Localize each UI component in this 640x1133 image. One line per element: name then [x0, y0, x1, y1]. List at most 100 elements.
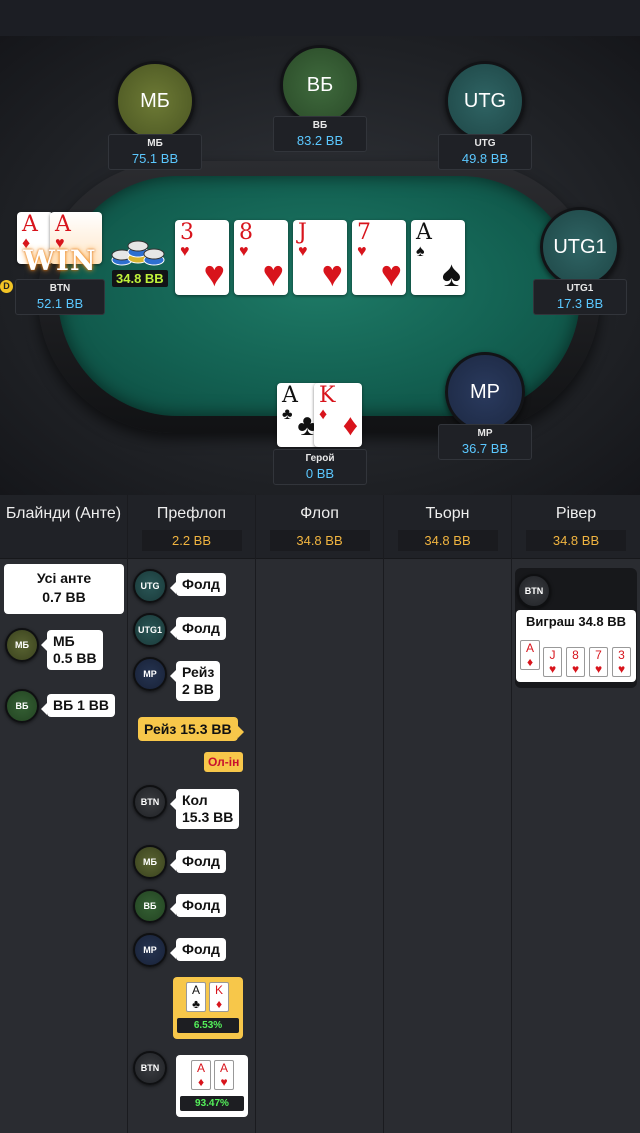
- win-label: WIN: [23, 244, 97, 277]
- action-text: ВБ 1 BB: [53, 697, 109, 713]
- column-header: Тьорн 34.8 BB: [384, 495, 511, 559]
- action-text: МБ: [53, 633, 75, 649]
- ante-amount: 0.7 BB: [42, 589, 86, 605]
- player-pill-mp: MP: [133, 933, 167, 967]
- player-pill-btn: BTN: [133, 1051, 167, 1085]
- mini-card: A ♥: [214, 1060, 234, 1090]
- player-pill-mb: МБ: [133, 845, 167, 879]
- mini-card: 7 ♥: [589, 647, 608, 677]
- action-text: Фолд: [182, 897, 220, 913]
- seat-avatar-utg1[interactable]: UTG1: [540, 207, 620, 287]
- mini-card: J ♥: [543, 647, 562, 677]
- seat-avatar-vb[interactable]: ВБ: [280, 45, 360, 125]
- action-bubble: Фолд: [170, 894, 226, 917]
- card-rank: 8: [239, 220, 253, 245]
- column-title: Блайнди (Анте): [5, 505, 122, 522]
- column-title: Префлоп: [156, 505, 227, 522]
- action-bubble: Фолд: [170, 573, 226, 596]
- seat-avatar-mb[interactable]: МБ: [115, 61, 195, 141]
- pill-label: BTN: [140, 1063, 160, 1073]
- club-suit-icon: ♣: [282, 406, 293, 423]
- card-rank: A: [525, 641, 534, 655]
- seat-avatar-label: MP: [470, 380, 500, 403]
- card-rank: A: [191, 983, 200, 997]
- action-text: Рейз: [182, 664, 215, 680]
- spade-suit-icon: ♠: [441, 253, 461, 294]
- board-card-1: 3 ♥ ♥: [175, 220, 229, 295]
- action-bubble: Фолд: [170, 617, 226, 640]
- heart-suit-icon: ♥: [321, 253, 343, 294]
- card-rank: A: [219, 1061, 228, 1075]
- column-header: Префлоп 2.2 BB: [128, 495, 255, 559]
- heart-suit-icon: ♥: [239, 243, 249, 260]
- mini-card: A ♣: [186, 982, 206, 1012]
- hero-equity: 6.53%: [177, 1018, 239, 1033]
- seat-avatar-mp[interactable]: MP: [445, 352, 525, 432]
- seat-plate-hero: Герой 0 BB: [273, 449, 367, 485]
- column-pot: 34.8 BB: [397, 530, 498, 551]
- hand-history-panel: Блайнди (Анте) Префлоп 2.2 BB Флоп 34.8 BB…: [0, 495, 640, 1133]
- column-title: Флоп: [300, 505, 339, 522]
- heart-suit-icon: ♥: [617, 662, 626, 676]
- action-text: Фолд: [182, 853, 220, 869]
- action-bubble: МБ 0.5 BB: [41, 630, 103, 670]
- card-rank: A: [282, 383, 298, 408]
- pill-label: UTG1: [137, 625, 162, 635]
- heart-suit-icon: ♥: [203, 253, 225, 294]
- diamond-suit-icon: ♦: [526, 655, 534, 669]
- action-bubble: Кол 15.3 BB: [169, 789, 240, 829]
- diamond-suit-icon: ♦: [342, 409, 358, 442]
- card-rank: 3: [180, 220, 194, 245]
- mini-card: A ♦: [191, 1060, 211, 1090]
- seat-plate-vb: ВБ 83.2 BB: [273, 116, 367, 152]
- dealer-button: D: [0, 280, 13, 293]
- card-rank: K: [214, 983, 223, 997]
- mini-card: A ♦: [520, 640, 540, 670]
- pill-label: ВБ: [143, 901, 157, 911]
- pill-label: MP: [143, 669, 157, 679]
- seat-avatar-label: МБ: [140, 89, 170, 112]
- ante-label: Усі анте: [36, 570, 92, 586]
- action-text: Фолд: [182, 941, 220, 957]
- card-rank: K: [319, 383, 336, 408]
- seat-stack: 36.7 BB: [461, 441, 509, 456]
- diamond-suit-icon: ♦: [197, 1075, 205, 1089]
- action-amount: 15.3 BB: [182, 809, 234, 825]
- seat-avatar-utg[interactable]: UTG: [445, 61, 525, 141]
- column-pot: 2.2 BB: [141, 530, 242, 551]
- board-card-5: A ♠ ♠: [411, 220, 465, 295]
- card-rank: 7: [357, 220, 371, 245]
- mini-card: K ♦: [209, 982, 229, 1012]
- player-pill-utg: UTG: [133, 569, 167, 603]
- action-bubble: Фолд: [170, 938, 226, 961]
- heart-suit-icon: ♥: [548, 662, 557, 676]
- column-pot: 34.8 BB: [526, 530, 626, 551]
- seat-plate-mb: МБ 75.1 BB: [108, 134, 202, 170]
- heart-suit-icon: ♥: [357, 243, 367, 260]
- board-card-2: 8 ♥ ♥: [234, 220, 288, 295]
- card-rank: A: [416, 220, 432, 245]
- column-pot: 34.8 BB: [269, 530, 370, 551]
- allin-badge: Ол-ін: [204, 752, 244, 772]
- board-card-3: J ♥ ♥: [293, 220, 347, 295]
- seat-stack: 52.1 BB: [36, 296, 84, 311]
- seat-name: UTG: [474, 138, 496, 149]
- heart-suit-icon: ♥: [380, 253, 402, 294]
- pill-label: MP: [143, 945, 157, 955]
- action-text: Фолд: [182, 576, 220, 592]
- action-text: Фолд: [182, 620, 220, 636]
- column-title: Тьорн: [425, 505, 470, 522]
- column-header: Рівер 34.8 BB: [512, 495, 640, 559]
- pill-label: ВБ: [15, 701, 29, 711]
- action-bubble: Фолд: [170, 850, 226, 873]
- player-pill-utg1: UTG1: [133, 613, 167, 647]
- column-header: Флоп 34.8 BB: [256, 495, 383, 559]
- seat-name: MP: [477, 428, 493, 439]
- seat-name: UTG1: [566, 283, 594, 294]
- card-rank: A: [55, 212, 71, 237]
- seat-plate-utg1: UTG1 17.3 BB: [533, 279, 627, 315]
- seat-avatar-label: UTG: [463, 89, 507, 112]
- win-amount: Виграш 34.8 BB: [525, 614, 627, 629]
- column-header: Блайнди (Анте): [0, 495, 127, 559]
- player-pill-mp: MP: [133, 657, 167, 691]
